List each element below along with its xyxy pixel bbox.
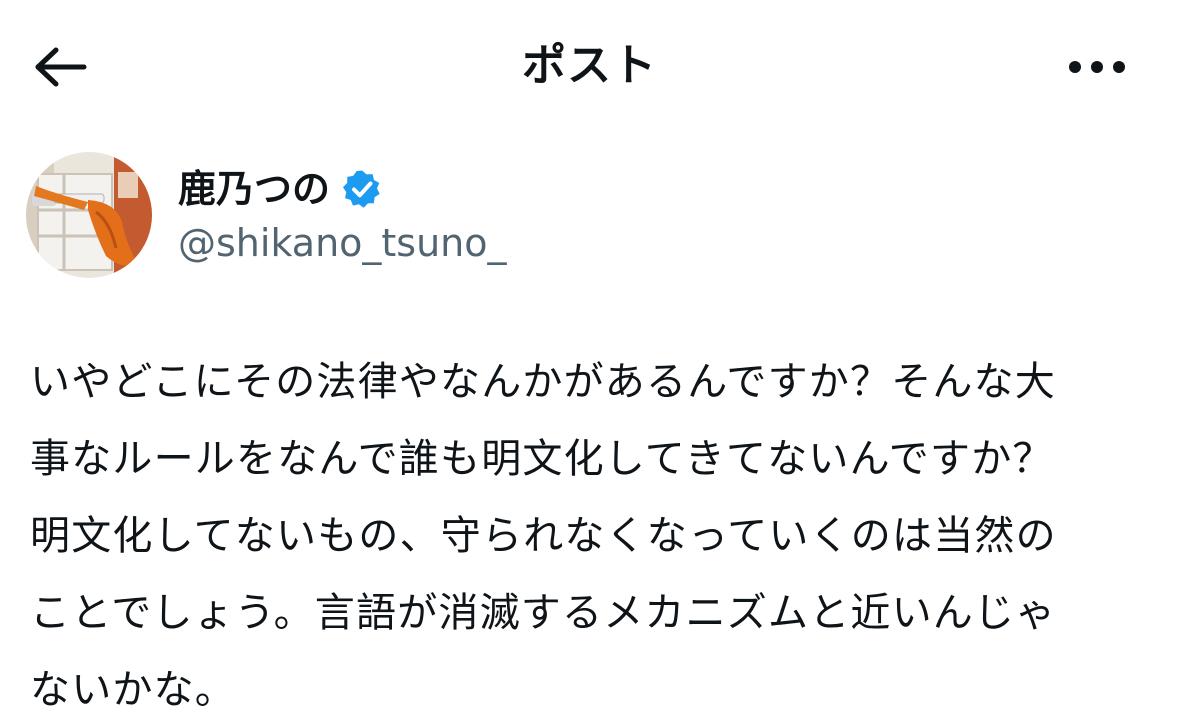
- more-options-button[interactable]: [1052, 34, 1142, 100]
- post-line: ないかな。: [30, 667, 236, 713]
- display-name: 鹿乃つの: [178, 167, 331, 211]
- top-bar: ポスト: [0, 0, 1179, 130]
- user-handle[interactable]: @shikano_tsuno_: [178, 218, 507, 268]
- page-title: ポスト: [522, 40, 657, 91]
- post-line: 事なルールをなんで誰も明文化してきてないんですか？: [30, 436, 1054, 482]
- more-horizontal-icon: [1069, 61, 1125, 73]
- avatar-image: [26, 152, 152, 278]
- post-author: 鹿乃つの @shikano_tsuno_: [26, 152, 826, 282]
- verified-badge-icon: [342, 169, 382, 209]
- post-body: いやどこにその法律やなんかがあるんですか？そんな大 事なルールをなんで誰も明文化…: [30, 344, 1155, 727]
- post-line: 明文化してないもの、守られなくなっていくのは当然の: [30, 513, 1057, 559]
- display-name-row[interactable]: 鹿乃つの: [178, 164, 382, 214]
- post-line: いやどこにその法律やなんかがあるんですか？そんな大: [30, 359, 1056, 405]
- avatar[interactable]: [26, 152, 152, 278]
- post-detail-screen: ポスト 鹿乃つの @shikano_tsuno_ いやどこにその法律やなんかがあ…: [0, 0, 1179, 727]
- post-line: ことでしょう。言語が消滅するメカニズムと近いんじゃ: [30, 590, 1057, 636]
